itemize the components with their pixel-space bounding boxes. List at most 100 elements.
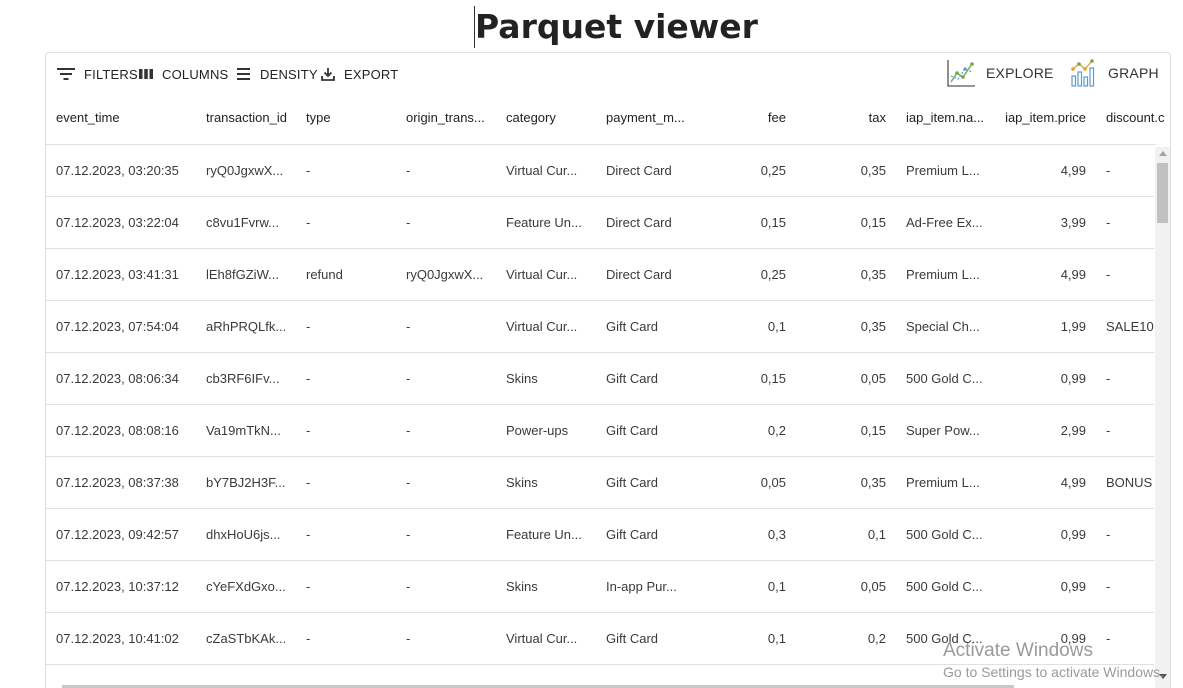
cell-event-time: 07.12.2023, 03:20:35 bbox=[56, 163, 179, 178]
cell-discount-code: - bbox=[1106, 267, 1111, 282]
cell-transaction-id: cb3RF6IFv... bbox=[206, 371, 280, 386]
density-label: DENSITY bbox=[260, 66, 318, 82]
explore-label: EXPLORE bbox=[986, 65, 1054, 81]
cell-iap-item-price: 0,99 bbox=[1060, 579, 1086, 594]
table-row[interactable]: 07.12.2023, 08:06:34 cb3RF6IFv... - - Skins G… bbox=[46, 353, 1154, 405]
cell-origin-transaction: - bbox=[406, 631, 411, 646]
cell-origin-transaction: - bbox=[406, 319, 411, 334]
table-row[interactable]: 07.12.2023, 08:08:16 Va19mTkN... - - Power-u… bbox=[46, 405, 1154, 457]
table-row[interactable]: 07.12.2023, 07:54:04 aRhPRQLfk... - - Virtua… bbox=[46, 301, 1154, 353]
column-header-discount-code[interactable]: discount.c bbox=[1106, 95, 1170, 145]
cell-tax: 0,05 bbox=[860, 579, 886, 594]
column-header-origin-transaction[interactable]: origin_trans... bbox=[406, 95, 496, 145]
density-icon bbox=[237, 68, 250, 80]
cell-transaction-id: bY7BJ2H3F... bbox=[206, 475, 286, 490]
cell-type: - bbox=[306, 579, 311, 594]
cell-origin-transaction: - bbox=[406, 423, 411, 438]
column-header-event-time[interactable]: event_time bbox=[56, 95, 196, 145]
column-header-iap-item-price[interactable]: iap_item.price bbox=[994, 95, 1086, 145]
cell-payment-method: Gift Card bbox=[606, 371, 659, 386]
cell-origin-transaction: - bbox=[406, 475, 411, 490]
cell-iap-item-name: Special Ch... bbox=[906, 319, 980, 334]
cell-discount-code: BONUS bbox=[1106, 475, 1153, 490]
cell-payment-method: Gift Card bbox=[606, 527, 659, 542]
table-row[interactable]: 07.12.2023, 10:41:02 cZaSTbKAk... - - Virtua… bbox=[46, 613, 1154, 665]
table-row[interactable]: 07.12.2023, 10:37:12 cYeFXdGxo... - - Skins I… bbox=[46, 561, 1154, 613]
export-button[interactable]: EXPORT bbox=[320, 63, 398, 85]
cell-iap-item-name: Super Pow... bbox=[906, 423, 980, 438]
cell-origin-transaction: - bbox=[406, 163, 411, 178]
column-header-iap-item-name[interactable]: iap_item.na... bbox=[906, 95, 992, 145]
scrollbar-thumb[interactable] bbox=[1157, 163, 1168, 223]
explore-button[interactable]: EXPLORE bbox=[946, 57, 1054, 89]
table-header: event_time transaction_id type origin_tr… bbox=[46, 95, 1165, 145]
columns-button[interactable]: COLUMNS bbox=[138, 63, 228, 85]
scroll-down-arrow-icon[interactable] bbox=[1159, 674, 1167, 679]
cell-discount-code: - bbox=[1106, 215, 1111, 230]
cell-type: - bbox=[306, 163, 311, 178]
cell-fee: 0,25 bbox=[760, 163, 786, 178]
cell-fee: 0,15 bbox=[760, 371, 786, 386]
cell-event-time: 07.12.2023, 03:41:31 bbox=[56, 267, 179, 282]
table-row[interactable]: 07.12.2023, 03:20:35 ryQ0JgxwX... - - Virtua… bbox=[46, 145, 1154, 197]
cell-transaction-id: c8vu1Fvrw... bbox=[206, 215, 279, 230]
cell-origin-transaction: - bbox=[406, 215, 411, 230]
cell-iap-item-name: Premium L... bbox=[906, 163, 980, 178]
cell-event-time: 07.12.2023, 10:41:02 bbox=[56, 631, 179, 646]
cell-type: - bbox=[306, 527, 311, 542]
cell-fee: 0,15 bbox=[760, 215, 786, 230]
columns-icon bbox=[139, 69, 153, 79]
cell-discount-code: - bbox=[1106, 423, 1111, 438]
cell-category: Feature Un... bbox=[506, 215, 582, 230]
cell-iap-item-name: 500 Gold C... bbox=[906, 579, 983, 594]
column-header-category[interactable]: category bbox=[506, 95, 596, 145]
cell-transaction-id: aRhPRQLfk... bbox=[206, 319, 287, 334]
density-button[interactable]: DENSITY bbox=[236, 63, 318, 85]
column-header-payment-method[interactable]: payment_m... bbox=[606, 95, 696, 145]
filters-label: FILTERS bbox=[84, 66, 138, 82]
graph-label: GRAPH bbox=[1108, 65, 1159, 81]
cell-transaction-id: cZaSTbKAk... bbox=[206, 631, 287, 646]
table-row[interactable]: 07.12.2023, 08:37:38 bY7BJ2H3F... - - Skins G… bbox=[46, 457, 1154, 509]
table-row[interactable]: 07.12.2023, 03:22:04 c8vu1Fvrw... - - Featur… bbox=[46, 197, 1154, 249]
cell-origin-transaction: - bbox=[406, 371, 411, 386]
table-row[interactable]: 07.12.2023, 09:42:57 dhxHoU6js... - - Featur… bbox=[46, 509, 1154, 561]
scroll-up-arrow-icon[interactable] bbox=[1159, 151, 1167, 156]
filter-lines-icon bbox=[57, 68, 75, 80]
cell-category: Skins bbox=[506, 579, 538, 594]
column-header-fee[interactable]: fee bbox=[706, 95, 786, 145]
filters-button[interactable]: FILTERS bbox=[56, 63, 138, 85]
cell-origin-transaction: ryQ0JgxwX... bbox=[406, 267, 484, 282]
cell-tax: 0,05 bbox=[860, 371, 886, 386]
cell-type: - bbox=[306, 371, 311, 386]
cell-type: - bbox=[306, 475, 311, 490]
cell-payment-method: Direct Card bbox=[606, 215, 672, 230]
cell-fee: 0,25 bbox=[760, 267, 786, 282]
cell-category: Virtual Cur... bbox=[506, 267, 578, 282]
cell-discount-code: - bbox=[1106, 163, 1111, 178]
vertical-scrollbar[interactable] bbox=[1155, 147, 1170, 688]
cell-iap-item-price: 4,99 bbox=[1060, 163, 1086, 178]
column-header-transaction-id[interactable]: transaction_id bbox=[206, 95, 301, 145]
cell-tax: 0,35 bbox=[860, 163, 886, 178]
cell-type: - bbox=[306, 215, 311, 230]
table-row[interactable]: 07.12.2023, 03:41:31 lEh8fGZiW... refund ry… bbox=[46, 249, 1154, 301]
cell-origin-transaction: - bbox=[406, 579, 411, 594]
column-header-tax[interactable]: tax bbox=[806, 95, 886, 145]
cell-category: Virtual Cur... bbox=[506, 163, 578, 178]
cell-fee: 0,1 bbox=[767, 319, 786, 334]
cell-event-time: 07.12.2023, 07:54:04 bbox=[56, 319, 179, 334]
cell-event-time: 07.12.2023, 10:37:12 bbox=[56, 579, 179, 594]
graph-button[interactable]: GRAPH bbox=[1068, 57, 1159, 89]
cell-tax: 0,35 bbox=[860, 267, 886, 282]
column-header-type[interactable]: type bbox=[306, 95, 396, 145]
cell-fee: 0,1 bbox=[767, 579, 786, 594]
cell-event-time: 07.12.2023, 03:22:04 bbox=[56, 215, 179, 230]
cell-event-time: 07.12.2023, 08:37:38 bbox=[56, 475, 179, 490]
table-body: 07.12.2023, 03:20:35 ryQ0JgxwX... - - Virtua… bbox=[46, 145, 1154, 688]
line-chart-icon bbox=[947, 60, 975, 87]
cell-payment-method: Direct Card bbox=[606, 267, 672, 282]
cell-fee: 0,3 bbox=[767, 527, 786, 542]
cell-payment-method: In-app Pur... bbox=[606, 579, 677, 594]
cell-iap-item-price: 3,99 bbox=[1060, 215, 1086, 230]
